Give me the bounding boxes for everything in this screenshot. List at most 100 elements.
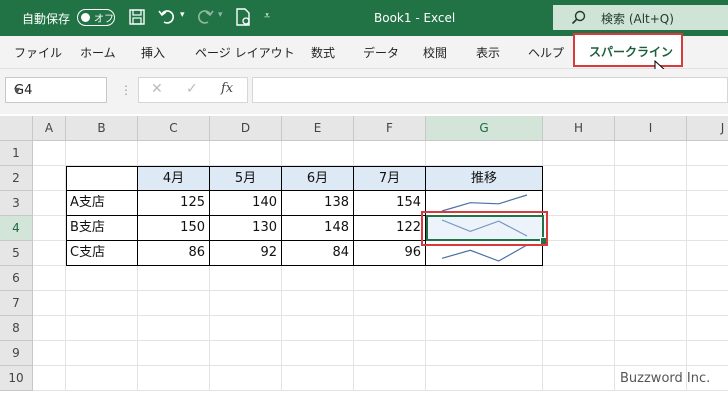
cell[interactable] [33, 341, 66, 366]
cell[interactable] [615, 141, 687, 166]
value-cell[interactable]: 148 [282, 216, 354, 241]
cell[interactable] [615, 216, 687, 241]
table-header-cell[interactable]: 推移 [426, 166, 543, 191]
tab-view[interactable]: 表示 [476, 44, 500, 61]
name-box[interactable]: G4 ▼ [5, 77, 107, 103]
cell[interactable] [426, 316, 543, 341]
cell[interactable] [282, 291, 354, 316]
cell[interactable] [426, 291, 543, 316]
cell[interactable] [687, 341, 728, 366]
row-header-3[interactable]: 3 [0, 191, 33, 216]
column-header-h[interactable]: H [543, 116, 615, 141]
table-header-cell[interactable]: 7月 [354, 166, 426, 191]
cell[interactable] [66, 141, 138, 166]
cell[interactable] [33, 291, 66, 316]
cell[interactable] [138, 316, 210, 341]
cell[interactable] [282, 341, 354, 366]
cell[interactable] [687, 141, 728, 166]
tab-formulas[interactable]: 数式 [311, 44, 335, 61]
cell[interactable] [66, 316, 138, 341]
cell[interactable] [210, 316, 282, 341]
row-header-8[interactable]: 8 [0, 316, 33, 341]
cell[interactable] [426, 366, 543, 391]
cell[interactable] [687, 316, 728, 341]
name-box-dropdown-icon[interactable]: ▼ [14, 86, 100, 95]
tab-review[interactable]: 校閲 [423, 44, 447, 61]
cell[interactable] [615, 241, 687, 266]
undo-dropdown-icon[interactable]: ▾ [180, 10, 185, 20]
value-cell[interactable]: 154 [354, 191, 426, 216]
column-header-b[interactable]: B [66, 116, 138, 141]
cell[interactable] [33, 266, 66, 291]
cell[interactable] [543, 266, 615, 291]
value-cell[interactable]: 86 [138, 241, 210, 266]
cell[interactable] [33, 241, 66, 266]
branch-name-cell[interactable]: B支店 [66, 216, 138, 241]
branch-name-cell[interactable]: A支店 [66, 191, 138, 216]
cell[interactable] [543, 166, 615, 191]
table-corner-cell[interactable] [66, 166, 138, 191]
cell[interactable] [282, 316, 354, 341]
column-header-i[interactable]: I [615, 116, 687, 141]
row-header-2[interactable]: 2 [0, 166, 33, 191]
value-cell[interactable]: 96 [354, 241, 426, 266]
select-all-corner[interactable] [0, 116, 33, 141]
cell[interactable] [543, 141, 615, 166]
cell[interactable] [687, 291, 728, 316]
row-header-4[interactable]: 4 [0, 216, 33, 241]
cell[interactable] [33, 166, 66, 191]
value-cell[interactable]: 130 [210, 216, 282, 241]
cell[interactable] [615, 316, 687, 341]
value-cell[interactable]: 150 [138, 216, 210, 241]
tab-help[interactable]: ヘルプ [528, 44, 564, 61]
cell[interactable] [66, 366, 138, 391]
table-header-cell[interactable]: 5月 [210, 166, 282, 191]
undo-icon[interactable] [156, 6, 178, 28]
cell[interactable] [687, 241, 728, 266]
row-header-6[interactable]: 6 [0, 266, 33, 291]
cell[interactable] [543, 191, 615, 216]
insert-function-icon[interactable]: fx [221, 81, 233, 96]
cell[interactable] [615, 191, 687, 216]
cell[interactable] [354, 341, 426, 366]
cell[interactable] [210, 291, 282, 316]
table-header-cell[interactable]: 4月 [138, 166, 210, 191]
cell[interactable] [615, 291, 687, 316]
cell[interactable] [33, 366, 66, 391]
column-header-j[interactable]: J [687, 116, 728, 141]
cell[interactable] [33, 216, 66, 241]
cell[interactable] [66, 341, 138, 366]
column-header-g[interactable]: G [426, 116, 543, 141]
cell[interactable] [615, 341, 687, 366]
cell[interactable] [543, 316, 615, 341]
cell[interactable] [138, 366, 210, 391]
row-header-9[interactable]: 9 [0, 341, 33, 366]
cell[interactable] [282, 141, 354, 166]
branch-name-cell[interactable]: C支店 [66, 241, 138, 266]
cell[interactable] [138, 266, 210, 291]
formula-input[interactable] [252, 77, 728, 103]
value-cell[interactable]: 84 [282, 241, 354, 266]
value-cell[interactable]: 138 [282, 191, 354, 216]
cell[interactable] [138, 141, 210, 166]
column-header-d[interactable]: D [210, 116, 282, 141]
column-header-a[interactable]: A [33, 116, 66, 141]
column-header-f[interactable]: F [354, 116, 426, 141]
value-cell[interactable]: 125 [138, 191, 210, 216]
autosave-toggle[interactable]: オフ [77, 9, 115, 26]
cell[interactable] [282, 366, 354, 391]
cell[interactable] [33, 141, 66, 166]
print-preview-icon[interactable] [232, 6, 254, 28]
tab-home[interactable]: ホーム [80, 44, 116, 61]
cell[interactable] [426, 341, 543, 366]
cell[interactable] [687, 166, 728, 191]
cell[interactable] [210, 341, 282, 366]
cell[interactable] [687, 191, 728, 216]
cell[interactable] [210, 141, 282, 166]
cell[interactable] [615, 266, 687, 291]
cell[interactable] [615, 166, 687, 191]
row-header-5[interactable]: 5 [0, 241, 33, 266]
tab-page-layout[interactable]: ページ レイアウト [195, 44, 295, 61]
row-header-7[interactable]: 7 [0, 291, 33, 316]
cell[interactable] [210, 266, 282, 291]
